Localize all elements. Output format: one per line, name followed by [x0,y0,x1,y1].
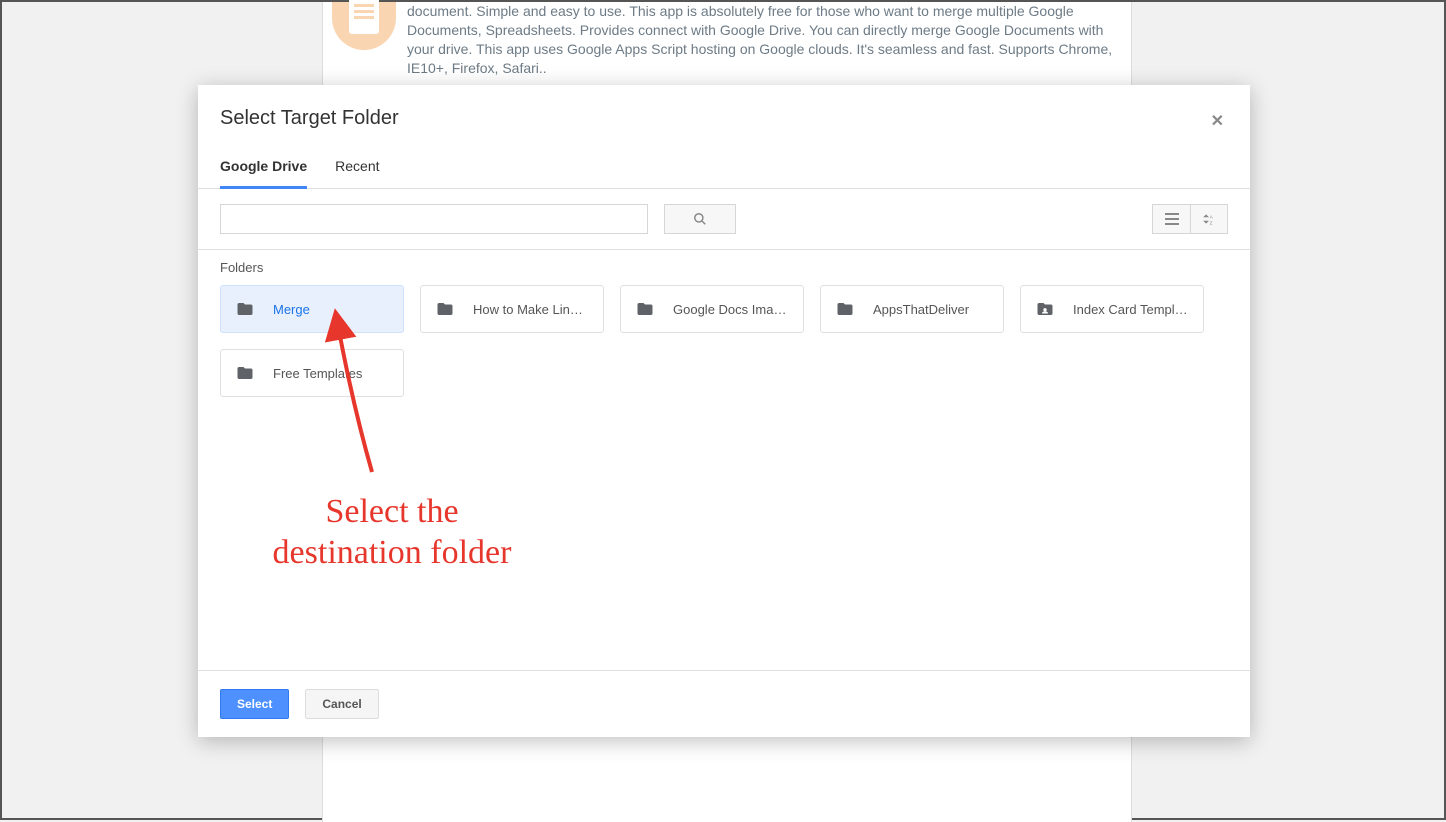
folder-item[interactable]: Merge [220,285,404,333]
list-icon [1165,213,1179,225]
folder-icon [235,364,255,382]
folder-item[interactable]: AppsThatDeliver [820,285,1004,333]
search-input[interactable] [220,204,648,234]
folder-label: Index Card Templ… [1073,302,1188,317]
folder-label: AppsThatDeliver [873,302,969,317]
folder-label: Google Docs Imag… [673,302,789,317]
tab-recent[interactable]: Recent [335,148,379,189]
folder-icon [835,300,855,318]
dialog-header: Select Target Folder ✕ [198,85,1250,148]
svg-text:Z: Z [1210,220,1213,225]
cancel-button[interactable]: Cancel [305,689,378,719]
sort-az-icon: A Z [1202,212,1216,226]
dialog-title: Select Target Folder [220,107,1228,130]
svg-text:A: A [1210,214,1214,219]
view-controls: A Z [1152,204,1228,234]
tabs: Google Drive Recent [198,148,1250,189]
folder-label: Free Templates [273,366,362,381]
folder-icon [435,300,455,318]
folder-icon [235,300,255,318]
folder-label: How to Make Line… [473,302,589,317]
search-icon [693,212,707,226]
search-button[interactable] [664,204,736,234]
background-description: document. Simple and easy to use. This a… [407,2,1117,78]
folder-item[interactable]: Free Templates [220,349,404,397]
dialog-footer: Select Cancel [198,670,1250,737]
sort-button[interactable]: A Z [1190,204,1228,234]
close-button[interactable]: ✕ [1203,107,1232,135]
folders-section-label: Folders [198,250,1250,285]
shared-folder-icon [1035,300,1055,318]
select-button[interactable]: Select [220,689,289,719]
tab-google-drive[interactable]: Google Drive [220,148,307,189]
select-target-folder-dialog: Select Target Folder ✕ Google Drive Rece… [198,85,1250,737]
folder-item[interactable]: Google Docs Imag… [620,285,804,333]
list-view-button[interactable] [1152,204,1190,234]
folder-item[interactable]: How to Make Line… [420,285,604,333]
close-icon: ✕ [1211,113,1224,130]
folder-icon [635,300,655,318]
folder-grid: Merge How to Make Line… Google Docs Imag… A… [198,285,1250,397]
dialog-body: Folders Merge How to Make Line… Google Doc… [198,250,1250,670]
folder-item[interactable]: Index Card Templ… [1020,285,1204,333]
search-bar-row: A Z [198,189,1250,250]
folder-label: Merge [273,302,310,317]
